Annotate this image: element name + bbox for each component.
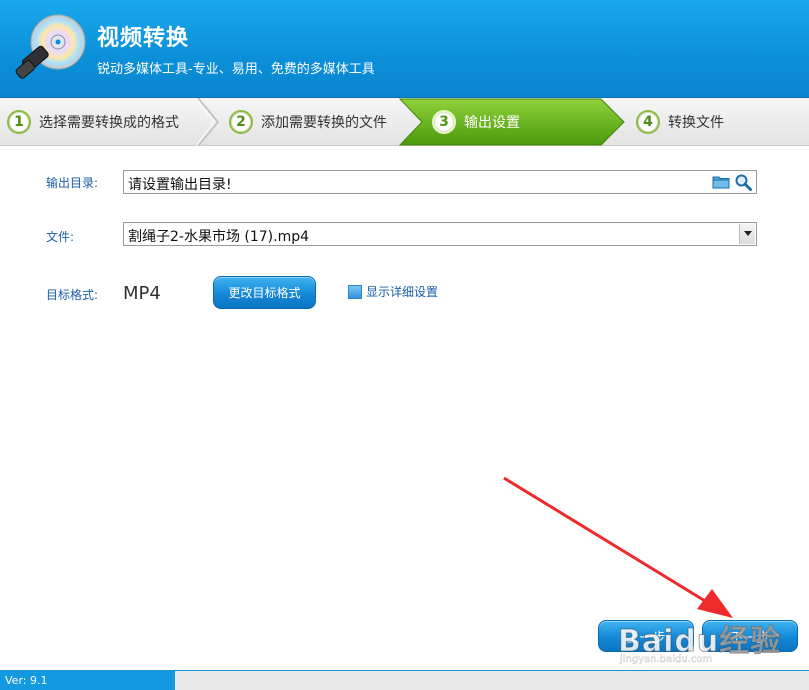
app-title: 视频转换 (97, 26, 190, 51)
step-4[interactable]: 4 转换文件 (636, 98, 724, 146)
output-dir-label: 输出目录: (46, 176, 99, 190)
output-dir-field[interactable]: 请设置输出目录! (123, 170, 757, 194)
show-details-label: 显示详细设置 (366, 285, 439, 299)
show-details-checkbox[interactable] (348, 284, 362, 299)
step-4-number: 4 (636, 110, 660, 134)
step-4-label: 转换文件 (668, 115, 724, 131)
file-label: 文件: (46, 230, 75, 244)
folder-icon[interactable] (712, 175, 730, 189)
step-2-label: 添加需要转换的文件 (261, 115, 387, 131)
step-3[interactable]: 3 输出设置 (432, 98, 520, 146)
version-label: Ver: 9.1 (0, 671, 175, 690)
step-2-number: 2 (229, 110, 253, 134)
target-format-value: MP4 (123, 283, 161, 304)
app-subtitle: 锐动多媒体工具-专业、易用、免费的多媒体工具 (97, 62, 375, 77)
step-1-label: 选择需要转换成的格式 (39, 115, 179, 131)
step-3-number: 3 (432, 110, 456, 134)
step-1[interactable]: 1 选择需要转换成的格式 (7, 98, 179, 146)
baidu-watermark: Baidu经验 jingyan.baidu.com (617, 616, 788, 668)
watermark-sub: jingyan.baidu.com (620, 654, 713, 665)
app-header: 视频转换 锐动多媒体工具-专业、易用、免费的多媒体工具 (0, 0, 809, 98)
search-icon[interactable] (734, 173, 752, 191)
wizard-step-bar: 1 选择需要转换成的格式 2 添加需要转换的文件 3 输出设置 4 转换文件 (0, 98, 809, 146)
step-2[interactable]: 2 添加需要转换的文件 (229, 98, 387, 146)
target-format-label: 目标格式: (46, 288, 99, 302)
status-bar: Ver: 9.1 (0, 670, 809, 690)
output-dir-value: 请设置输出目录! (128, 177, 232, 193)
step-3-label: 输出设置 (464, 115, 520, 131)
change-format-button[interactable]: 更改目标格式 (213, 276, 316, 309)
select-dropdown-button[interactable] (739, 224, 755, 244)
step-1-number: 1 (7, 110, 31, 134)
file-select[interactable]: 割绳子2-水果市场 (17).mp4 (123, 222, 757, 246)
chevron-down-icon (743, 231, 752, 236)
app-cd-logo-icon (15, 14, 86, 79)
file-select-value: 割绳子2-水果市场 (17).mp4 (128, 229, 310, 245)
show-details-toggle[interactable]: 显示详细设置 (348, 283, 438, 300)
